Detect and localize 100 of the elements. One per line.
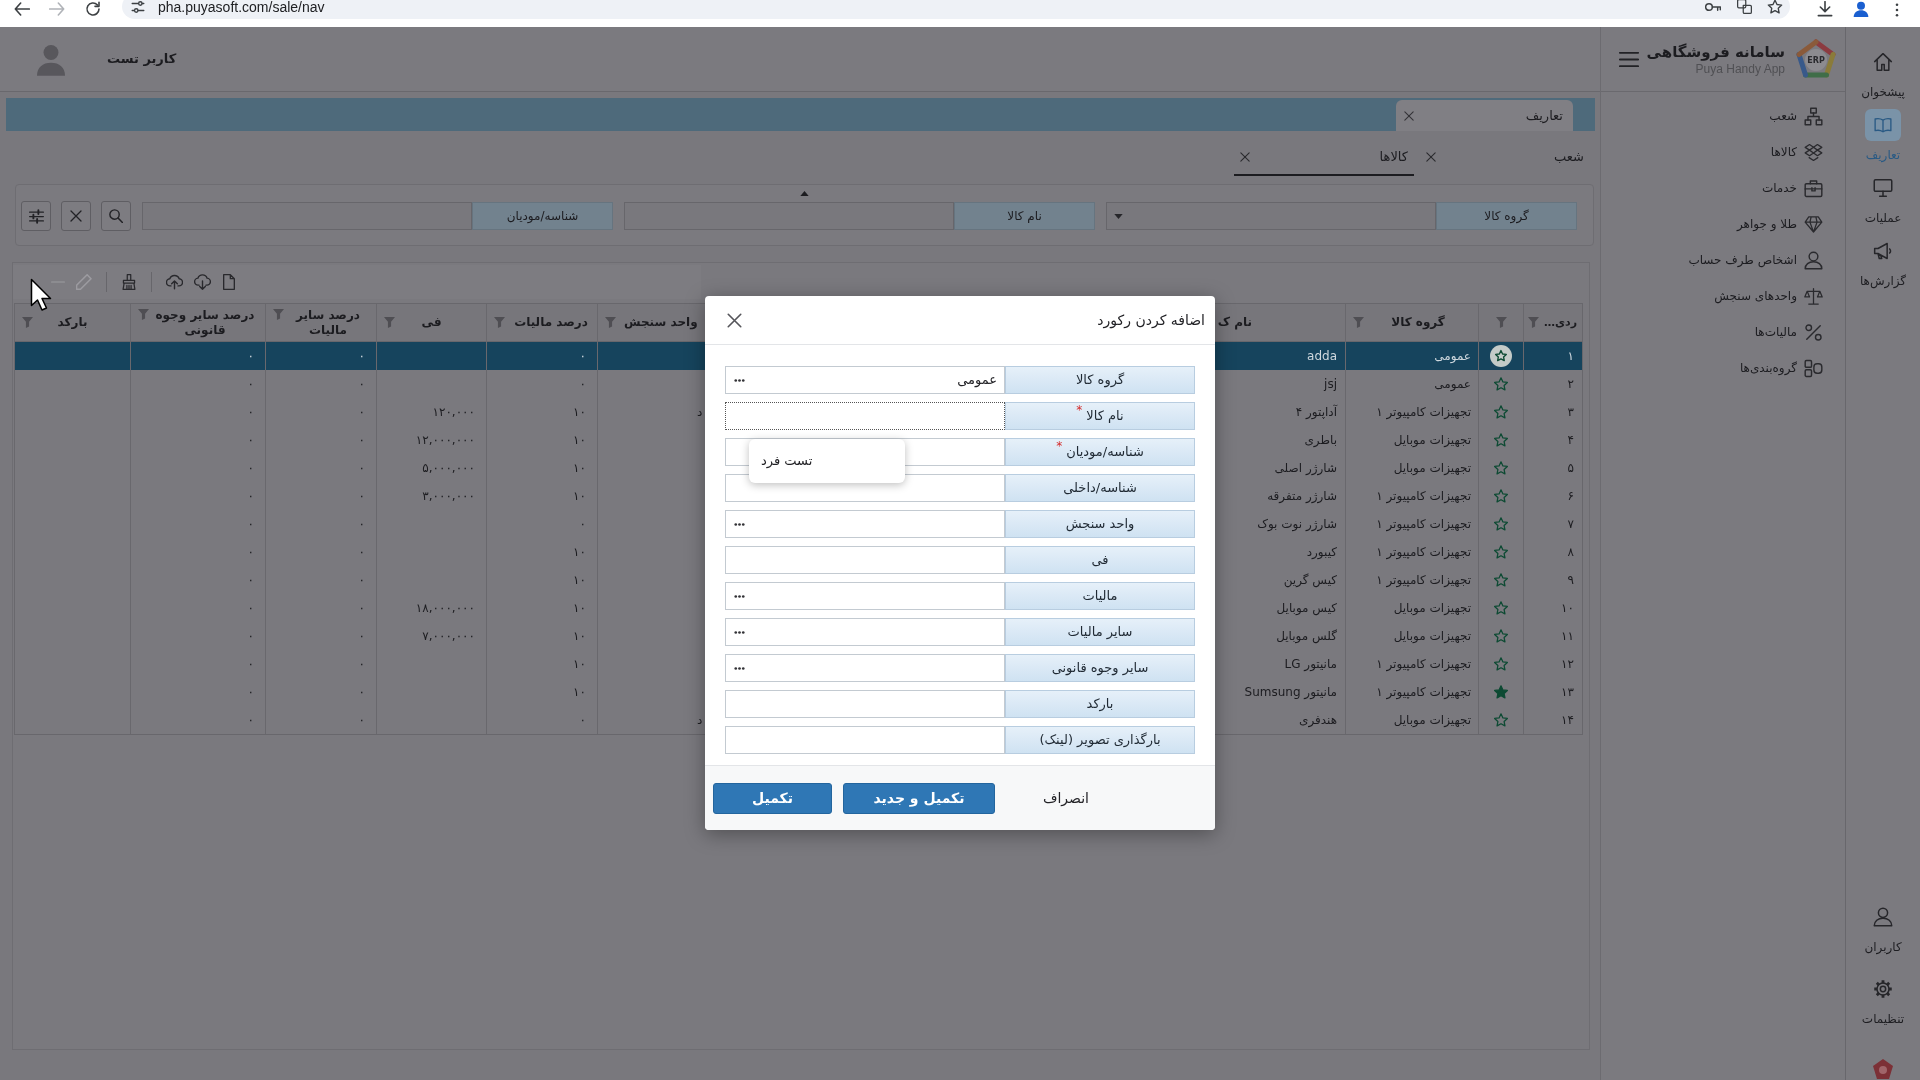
table-cell-text: تجهیزات کامپیوتر ۱	[1376, 684, 1471, 701]
table-cell-text: کیس موبایل	[1276, 600, 1337, 617]
table-cell-text: ۰	[247, 488, 254, 505]
table-cell-text: مانیتور LG	[1284, 656, 1337, 673]
table-cell-text: adda	[1307, 348, 1337, 365]
table-cell-text: ۱۸,۰۰۰,۰۰۰	[415, 600, 475, 617]
table-cell-text: ۰	[358, 628, 365, 645]
table-cell-text: ۰	[358, 348, 365, 365]
field-label: مالیات	[1005, 582, 1195, 610]
table-cell-text: شارژر اصلی	[1274, 460, 1337, 477]
table-cell-text: تجهیزات کامپیوتر ۱	[1376, 656, 1471, 673]
table-cell-text: د	[697, 404, 703, 421]
table-cell-text: ۳	[1567, 404, 1574, 421]
table-cell-text: ۱۰	[573, 432, 586, 449]
table-cell-text: ۰	[247, 600, 254, 617]
table-cell-text: ۰	[358, 488, 365, 505]
table-cell-text: ۰	[579, 348, 586, 365]
table-cell-text: تجهیزات موبایل	[1393, 712, 1471, 729]
table-cell-text: عمومی	[1434, 348, 1471, 365]
table-cell-text: ۷,۰۰۰,۰۰۰	[422, 628, 475, 645]
table-cell-text: ۱۱	[1561, 628, 1574, 645]
table-cell-text: ۴	[1567, 432, 1574, 449]
table-cell-text: ۰	[358, 376, 365, 393]
field-label: شناسه/داخلی	[1005, 474, 1195, 502]
field-label: فی	[1005, 546, 1195, 574]
table-cell-text: ۷	[1567, 516, 1574, 533]
table-cell-text: شارژر متفرقه	[1267, 488, 1337, 505]
field-label: واحد سنجش	[1005, 510, 1195, 538]
table-cell-text: ۲	[1567, 376, 1574, 393]
table-cell-text: ۰	[358, 544, 365, 561]
table-cell-text: ۱۰	[573, 656, 586, 673]
filter-label: شناسه/مودیان	[472, 202, 613, 230]
table-cell-text: تجهیزات موبایل	[1393, 432, 1471, 449]
table-cell-text: ۰	[579, 516, 586, 533]
field-label: بارکد	[1005, 690, 1195, 718]
table-cell-text: ۱۰	[573, 600, 586, 617]
table-cell-text: ۱۲۰,۰۰۰	[432, 404, 475, 421]
table-cell-text: ۹	[1567, 572, 1574, 589]
field-label: سایر مالیات	[1005, 618, 1195, 646]
table-cell-text: عمومی	[1434, 376, 1471, 393]
field-label: سایر وجوه قانونی	[1005, 654, 1195, 682]
table-cell-text: ۰	[247, 348, 254, 365]
table-cell-text: کیس گرین	[1283, 572, 1337, 589]
table-cell-text: ۰	[247, 432, 254, 449]
table-cell-text: ۱۲,۰۰۰,۰۰۰	[415, 432, 475, 449]
user-name: کاربر تست	[107, 50, 177, 69]
table-cell-text: ۵	[1567, 460, 1574, 477]
table-cell-text: ۱۰	[573, 628, 586, 645]
table-cell-text: ۰	[247, 656, 254, 673]
table-cell-text: ۰	[358, 600, 365, 617]
table-cell-text: تجهیزات کامپیوتر ۱	[1376, 544, 1471, 561]
dialog-title: اضافه کردن رکورد	[1097, 310, 1205, 331]
table-cell-text: ۰	[247, 376, 254, 393]
table-cell-text: ۰	[247, 572, 254, 589]
table-cell-text: ۱۰	[1561, 600, 1574, 617]
table-cell-text: ۰	[358, 432, 365, 449]
table-cell-text: تجهیزات موبایل	[1393, 600, 1471, 617]
filter-label: نام کالا	[954, 202, 1095, 230]
table-cell-text: تجهیزات کامپیوتر ۱	[1376, 572, 1471, 589]
table-cell-text: ۱۲	[1561, 656, 1574, 673]
table-cell-text: تجهیزات موبایل	[1393, 460, 1471, 477]
table-cell-text: ۰	[247, 516, 254, 533]
table-cell-text: ۰	[358, 572, 365, 589]
table-cell-text: ۶	[1567, 488, 1574, 505]
table-cell-text: ۱۰	[573, 572, 586, 589]
table-cell-text: ۰	[247, 628, 254, 645]
table-cell-text: د	[697, 712, 703, 729]
table-cell-text: ۰	[358, 656, 365, 673]
table-cell-text: ۱۰	[573, 488, 586, 505]
table-cell-text: هندفری	[1299, 712, 1337, 729]
table-cell-text: ۸	[1567, 544, 1574, 561]
table-cell-text: ۱۰	[573, 684, 586, 701]
table-cell-text: تجهیزات کامپیوتر ۱	[1376, 488, 1471, 505]
table-cell-text: شارژر نوت بوک	[1257, 516, 1337, 533]
table-cell-text: تجهیزات موبایل	[1393, 628, 1471, 645]
table-cell-text: ۰	[358, 684, 365, 701]
table-cell-text: کیبورد	[1306, 544, 1337, 561]
table-cell-text: مانیتور Sumsung	[1244, 684, 1337, 701]
table-cell-text: باطری	[1304, 432, 1337, 449]
table-cell-text: ۰	[247, 684, 254, 701]
table-cell-text: ۰	[358, 516, 365, 533]
table-cell-text: ۰	[358, 712, 365, 729]
table-cell-text: ۰	[247, 404, 254, 421]
table-cell-text: ۰	[579, 712, 586, 729]
table-cell-text: ۰	[247, 712, 254, 729]
table-cell-text: ۰	[358, 460, 365, 477]
table-cell-text: ۱۰	[573, 404, 586, 421]
table-cell-text: گلس موبایل	[1276, 628, 1337, 645]
table-cell: آداپتور ۴	[1295, 403, 1337, 421]
table-cell-text: ۱	[1567, 348, 1574, 365]
field-label: گروه کالا	[1005, 366, 1195, 394]
table-cell-text: ۰	[247, 460, 254, 477]
table-cell-text: ۱۰	[573, 544, 586, 561]
table-cell-text: ۰	[358, 404, 365, 421]
table-cell-text: ۰	[247, 544, 254, 561]
table-cell-text: ۱۳	[1561, 684, 1574, 701]
table-cell-text: تجهیزات کامپیوتر ۱	[1376, 404, 1471, 421]
table-cell-text: تجهیزات کامپیوتر ۱	[1376, 516, 1471, 533]
app-title: سامانه فروشگاهی	[1646, 41, 1785, 62]
table-cell-text: jsj	[1324, 376, 1337, 393]
